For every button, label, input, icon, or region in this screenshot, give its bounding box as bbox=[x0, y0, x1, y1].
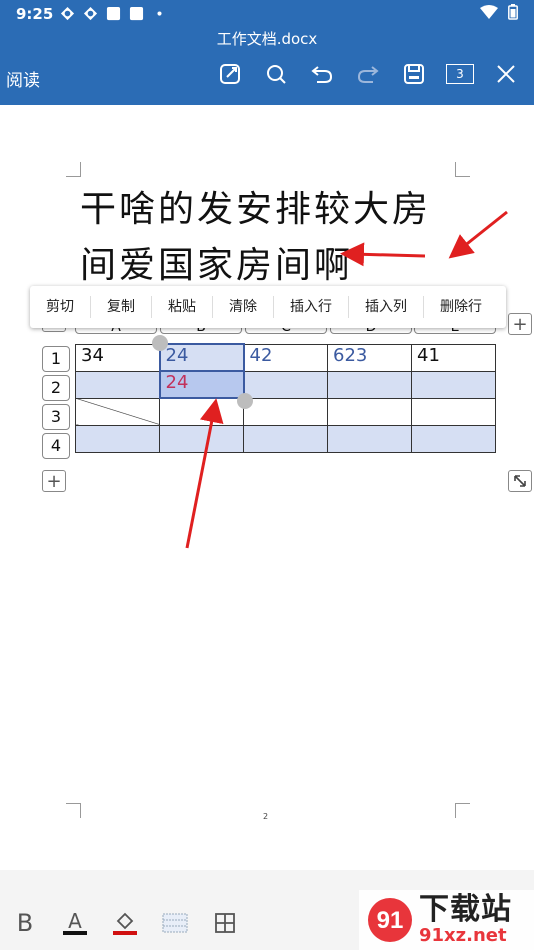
highlight-color-swatch bbox=[113, 931, 137, 935]
table-cell[interactable] bbox=[159, 397, 244, 426]
menu-item-copy[interactable]: 复制 bbox=[91, 296, 152, 318]
row-header[interactable]: 2 bbox=[42, 375, 70, 401]
menu-item-cut[interactable]: 剪切 bbox=[30, 296, 91, 318]
row-header[interactable]: 3 bbox=[42, 404, 70, 430]
page-number: 2 bbox=[263, 812, 269, 821]
app-header: 9:25 工作文档.docx 阅读 3 bbox=[0, 0, 534, 105]
resize-table-button[interactable] bbox=[508, 470, 532, 492]
fill-bucket-icon bbox=[116, 912, 134, 930]
table-row bbox=[75, 424, 496, 453]
table-cell[interactable] bbox=[159, 424, 244, 453]
sync-icon bbox=[60, 6, 75, 21]
data-table: 34 24 42 623 41 24 bbox=[75, 343, 496, 453]
status-time: 9:25 bbox=[16, 5, 54, 23]
undo-icon[interactable] bbox=[308, 60, 336, 88]
font-color-icon: A bbox=[68, 909, 82, 933]
table-cell[interactable] bbox=[411, 397, 496, 426]
table-cell[interactable] bbox=[243, 397, 328, 426]
bold-icon: B bbox=[16, 909, 34, 937]
app-notification-icon bbox=[106, 6, 121, 21]
table-row: 34 24 42 623 41 bbox=[75, 343, 496, 372]
table-cell[interactable] bbox=[411, 424, 496, 453]
font-color-swatch bbox=[63, 931, 87, 935]
menu-item-delete-row[interactable]: 删除行 bbox=[424, 296, 498, 318]
redo-icon[interactable] bbox=[354, 60, 382, 88]
font-color-button[interactable]: A bbox=[60, 908, 90, 938]
site-watermark: 91 下载站 91xz.net bbox=[359, 890, 534, 950]
page-count-button[interactable]: 3 bbox=[446, 60, 474, 88]
table-cell[interactable] bbox=[243, 424, 328, 453]
heading-line-1[interactable]: 干啥的发安排较大房 bbox=[80, 180, 431, 232]
read-mode-button[interactable]: 阅读 bbox=[6, 66, 40, 91]
table-cell[interactable]: 41 bbox=[411, 343, 496, 372]
status-system-icons bbox=[480, 4, 518, 20]
page-margin-marker bbox=[455, 803, 470, 818]
heading-line-2[interactable]: 间爱国家房间啊 bbox=[80, 236, 353, 288]
close-icon[interactable] bbox=[492, 60, 520, 88]
table-cell[interactable] bbox=[411, 370, 496, 399]
site-logo-icon: 91 bbox=[368, 898, 412, 942]
highlight-button[interactable] bbox=[110, 908, 140, 938]
bold-button[interactable]: B bbox=[10, 908, 40, 938]
page-count: 3 bbox=[446, 64, 474, 84]
resize-icon bbox=[514, 475, 526, 487]
wifi-icon bbox=[480, 5, 498, 19]
row-header[interactable]: 1 bbox=[42, 346, 70, 372]
table-grid-icon bbox=[215, 913, 235, 933]
page-margin-marker bbox=[66, 162, 81, 177]
table-cell-selected[interactable]: 24 bbox=[158, 343, 245, 372]
table-row bbox=[75, 397, 496, 426]
search-icon[interactable] bbox=[262, 60, 290, 88]
table-row: 24 bbox=[75, 370, 496, 399]
table-style-button[interactable] bbox=[160, 908, 190, 938]
menu-item-insert-row[interactable]: 插入行 bbox=[274, 296, 349, 318]
dot-icon bbox=[157, 11, 162, 16]
context-menu: 剪切 复制 粘贴 清除 插入行 插入列 删除行 bbox=[30, 286, 506, 328]
table-cell[interactable] bbox=[327, 424, 412, 453]
sync-icon bbox=[83, 6, 98, 21]
table-cell[interactable]: 623 bbox=[327, 343, 412, 372]
table-cell[interactable] bbox=[327, 397, 412, 426]
menu-item-clear[interactable]: 清除 bbox=[213, 296, 274, 318]
table-cell[interactable] bbox=[75, 370, 160, 399]
save-icon[interactable] bbox=[400, 60, 428, 88]
watermark-url: 91xz.net bbox=[419, 925, 507, 946]
page-margin-marker bbox=[455, 162, 470, 177]
table-style-icon bbox=[162, 913, 188, 933]
add-column-button[interactable]: + bbox=[508, 313, 532, 335]
table-cell-diagonal[interactable] bbox=[75, 397, 160, 426]
menu-item-paste[interactable]: 粘贴 bbox=[152, 296, 213, 318]
table-cell[interactable] bbox=[243, 370, 328, 399]
selection-handle-start[interactable] bbox=[152, 335, 168, 351]
edit-icon[interactable] bbox=[216, 60, 244, 88]
menu-item-insert-column[interactable]: 插入列 bbox=[349, 296, 424, 318]
page-margin-marker bbox=[66, 803, 81, 818]
status-notification-icons bbox=[60, 6, 167, 21]
battery-icon bbox=[508, 4, 518, 20]
selection-handle-end[interactable] bbox=[237, 393, 253, 409]
table-cell[interactable]: 42 bbox=[243, 343, 328, 372]
svg-text:91: 91 bbox=[377, 907, 404, 934]
watermark-title: 下载站 bbox=[419, 892, 512, 927]
row-header[interactable]: 4 bbox=[42, 433, 70, 459]
table-cell[interactable] bbox=[327, 370, 412, 399]
table-cell[interactable] bbox=[75, 424, 160, 453]
table-cell-selected[interactable]: 24 bbox=[158, 370, 245, 399]
document-title: 工作文档.docx bbox=[216, 30, 318, 48]
header-toolbar: 3 bbox=[216, 60, 520, 88]
table-cell[interactable]: 34 bbox=[75, 343, 160, 372]
add-row-button[interactable]: + bbox=[42, 470, 66, 492]
table-grid-button[interactable] bbox=[210, 908, 240, 938]
app-notification-icon bbox=[129, 6, 144, 21]
